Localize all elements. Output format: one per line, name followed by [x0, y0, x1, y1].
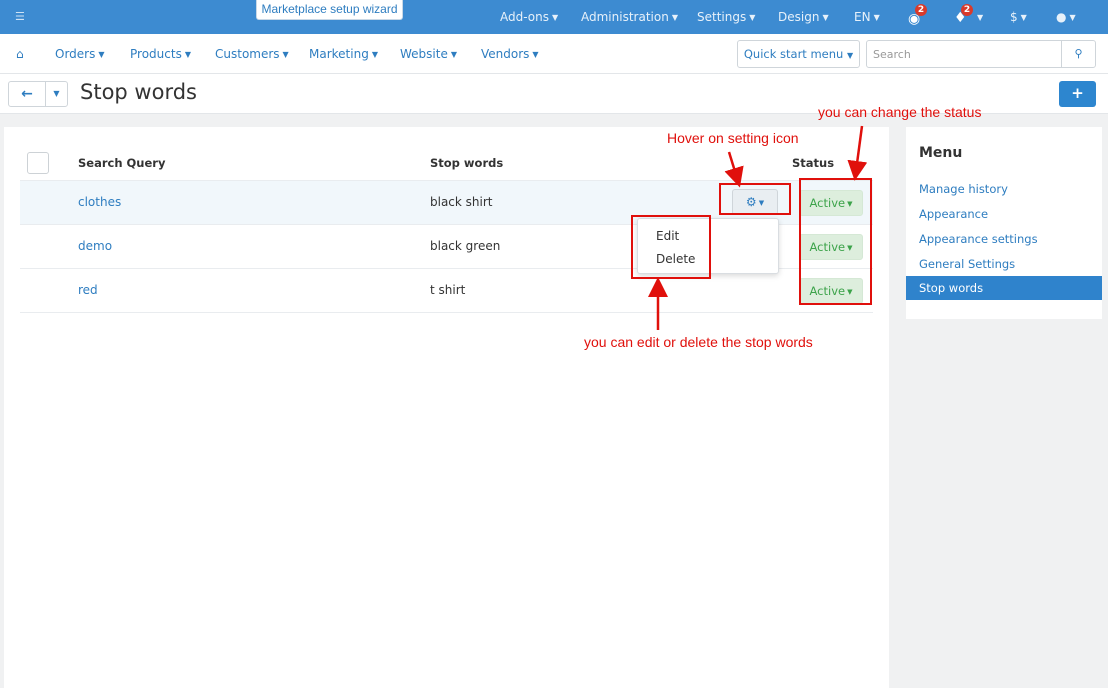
arrow-to-settings — [724, 151, 744, 188]
annotation-arrows — [648, 125, 868, 330]
arrow-to-status — [847, 125, 868, 181]
